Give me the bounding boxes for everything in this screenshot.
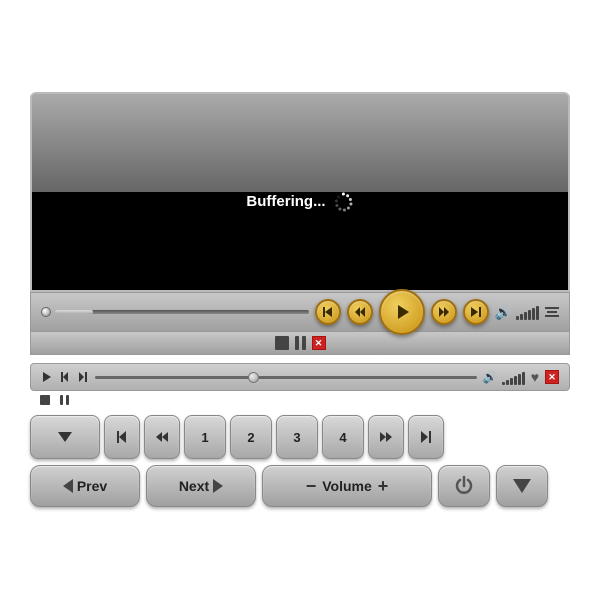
mini-stop-pause-row <box>30 393 570 407</box>
bottom-btn-row: Prev Next − Volume + <box>30 465 570 507</box>
volume-minus-icon[interactable]: − <box>306 476 317 497</box>
mini-seek-thumb[interactable] <box>248 372 259 383</box>
num-prev-button[interactable] <box>104 415 140 459</box>
num-2-button[interactable]: 2 <box>230 415 272 459</box>
fastforward-button[interactable] <box>431 299 457 325</box>
video-screen: Buffering... <box>30 92 570 292</box>
pause-bar-1 <box>295 336 299 350</box>
mini-controls-bar: 🔊 ♥ ✕ <box>30 363 570 391</box>
prev-track-button[interactable] <box>315 299 341 325</box>
favorite-button[interactable]: ♥ <box>531 369 539 385</box>
mini-vol-bar-4 <box>514 376 517 385</box>
rewind-button[interactable] <box>347 299 373 325</box>
seek-bar-container <box>41 307 309 317</box>
eq-line-3 <box>545 315 559 317</box>
eq-button[interactable] <box>545 307 559 317</box>
number-btn-row: 1 2 3 4 <box>30 415 570 459</box>
mini-volume-bars <box>502 369 525 385</box>
scroll-down-button[interactable] <box>496 465 548 507</box>
next-button[interactable]: Next <box>146 465 256 507</box>
vol-bar-4 <box>528 310 531 320</box>
num-1-button[interactable]: 1 <box>184 415 226 459</box>
main-controls-bar: 🔊 <box>30 292 570 332</box>
mini-vol-bar-3 <box>510 378 513 385</box>
mini-pause-bar-2 <box>66 395 69 405</box>
seek-bar[interactable] <box>55 310 309 314</box>
volume-plus-icon[interactable]: + <box>378 476 389 497</box>
num-ff-button[interactable] <box>368 415 404 459</box>
mini-play-button[interactable] <box>41 370 53 384</box>
vol-bar-3 <box>524 312 527 320</box>
vol-bar-1 <box>516 316 519 320</box>
volume-control-button[interactable]: − Volume + <box>262 465 432 507</box>
num-3-button[interactable]: 3 <box>276 415 318 459</box>
vol-bar-5 <box>532 308 535 320</box>
buffering-text: Buffering... <box>246 193 325 210</box>
vol-bar-2 <box>520 314 523 320</box>
mini-vol-bar-6 <box>522 372 525 385</box>
volume-label: Volume <box>322 478 372 494</box>
mini-volume-icon: 🔊 <box>483 370 498 384</box>
num-4-button[interactable]: 4 <box>322 415 364 459</box>
volume-area: 🔊 <box>495 304 539 321</box>
mini-prev-button[interactable] <box>59 370 71 384</box>
spinner-icon <box>334 192 354 212</box>
play-button[interactable] <box>379 289 425 335</box>
mini-vol-bar-1 <box>502 382 505 385</box>
mini-volume-area: 🔊 <box>483 369 525 385</box>
eq-line-1 <box>545 307 559 309</box>
vol-bar-6 <box>536 306 539 320</box>
volume-bars <box>516 304 539 320</box>
volume-icon: 🔊 <box>495 304 512 321</box>
power-icon <box>453 475 475 497</box>
mini-seek-bar[interactable] <box>95 376 477 379</box>
pause-button[interactable] <box>295 336 306 350</box>
eq-line-2 <box>547 311 557 313</box>
prev-arrow-icon <box>63 479 73 493</box>
mini-vol-bar-5 <box>518 374 521 385</box>
dropdown-button[interactable] <box>30 415 100 459</box>
next-track-button[interactable] <box>463 299 489 325</box>
next-arrow-icon <box>213 479 223 493</box>
mini-pause-button[interactable] <box>60 395 69 405</box>
num-next-button[interactable] <box>408 415 444 459</box>
close-button[interactable]: ✕ <box>312 336 326 350</box>
mini-vol-bar-2 <box>506 380 509 385</box>
mini-stop-button[interactable] <box>40 395 50 405</box>
mini-close-button[interactable]: ✕ <box>545 370 559 384</box>
next-label: Next <box>179 478 209 494</box>
prev-button[interactable]: Prev <box>30 465 140 507</box>
prev-label: Prev <box>77 478 107 494</box>
seek-bar-fill <box>55 310 93 314</box>
num-rewind-button[interactable] <box>144 415 180 459</box>
stop-pause-row: ✕ <box>30 332 570 355</box>
buffering-area: Buffering... <box>246 192 353 212</box>
stop-button[interactable] <box>275 336 289 350</box>
power-button[interactable] <box>438 465 490 507</box>
pause-bar-2 <box>302 336 306 350</box>
mini-next-button[interactable] <box>77 370 89 384</box>
player-container: Buffering... <box>20 82 580 517</box>
chevron-down-icon <box>513 479 531 493</box>
mini-pause-bar-1 <box>60 395 63 405</box>
seek-thumb[interactable] <box>41 307 51 317</box>
